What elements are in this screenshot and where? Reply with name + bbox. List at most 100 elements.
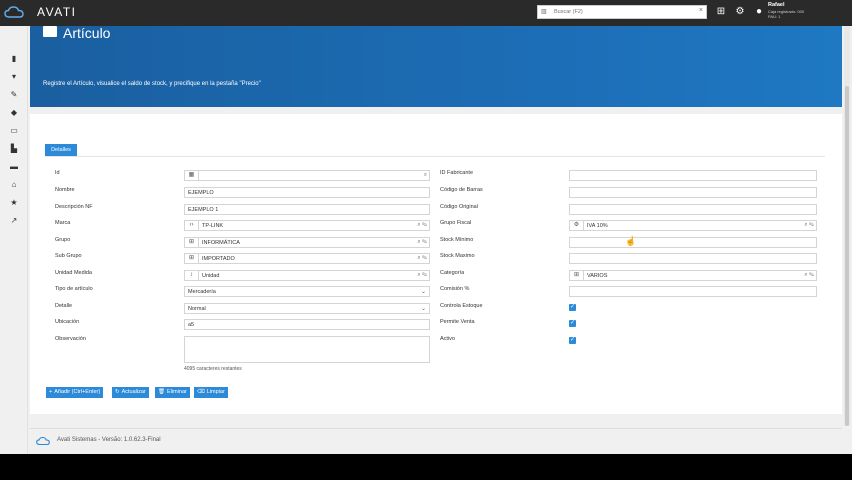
barcode-icon[interactable]: ▥ [541,8,549,16]
brand-name: AVATI [37,5,77,19]
tipo-value: Mercadería [188,289,216,295]
bank-icon[interactable]: ⌂ [7,179,21,191]
eraser-icon: ⌫ [197,389,205,395]
observacion-textarea[interactable] [184,336,430,363]
stock-maximo-field[interactable] [569,253,817,264]
marca-field[interactable]: ‹› TP-LINK ⌕ ✎ [184,220,430,231]
permite-label: Permite Venta [440,319,475,325]
book-icon[interactable]: ▮ [7,53,21,65]
unidad-field[interactable]: ↕ Unidad ⌕ ✎ [184,270,430,281]
id-fabricante-field[interactable] [569,170,817,181]
comision-label: Comisión % [440,286,470,292]
id-fabricante-label: ID Fabricante [440,170,474,176]
code-icon: ‹› [185,221,199,230]
scrollbar-thumb[interactable] [845,86,849,426]
tab-detalles[interactable]: Detalles [45,144,77,156]
plus-icon: + [49,389,53,395]
search-edit-icons[interactable]: ⌕ ✎ [804,222,814,229]
app-screen: ▮ ▾ ✎ ◆ ▭ ▙ ▬ ⌂ ★ ↗ Artículo Registre el… [0,26,852,454]
nombre-value: EJEMPLO [188,190,214,196]
update-button[interactable]: ↻ Actualizar [112,387,149,398]
clear-button-label: Limpiar [206,389,225,395]
categoria-value: VARIOS [587,273,608,279]
gear-icon[interactable]: ⚙ [734,6,746,18]
marca-value: TP-LINK [202,223,224,229]
codigo-barras-field[interactable] [569,187,817,198]
user-icon[interactable]: ● [753,6,765,18]
search-edit-icons[interactable]: ⌕ ✎ [417,222,427,229]
id-field[interactable]: ▦ ⌕ [184,170,430,181]
search-edit-icons[interactable]: ⌕ ✎ [417,272,427,279]
chart-icon[interactable]: ↗ [7,215,21,227]
unidad-value: Unidad [202,273,220,279]
cart-icon[interactable]: ▾ [7,71,21,83]
clear-button[interactable]: ⌫ Limpiar [194,387,228,398]
add-button-label: Añadir (Ctrl+Enter) [54,389,101,395]
ubicacion-value: a5 [188,322,195,328]
activo-checkbox[interactable]: ✓ [569,337,576,344]
cloud-logo-icon [4,6,24,18]
footer-version: Avati Sistemas - Versão: 1.0.62.3-Final [57,437,161,443]
descripcion-field[interactable]: EJEMPLO 1 [184,204,430,215]
form-card: Detalles Id Nombre Descripción NF Marca … [30,114,842,414]
controla-checkbox[interactable]: ✓ [569,304,576,311]
comision-field[interactable] [569,286,817,297]
search-input[interactable] [554,7,684,17]
search-edit-icons[interactable]: ⌕ ✎ [417,239,427,246]
sitemap-icon: ⊞ [570,271,584,280]
categoria-label: Categoría [440,270,465,276]
user-details: Caja registrado: 000 PAU: 1 [768,9,804,19]
user-name[interactable]: Rafael [768,2,785,8]
close-icon[interactable]: × [699,7,703,14]
descripcion-value: EJEMPLO 1 [188,207,219,213]
tab-divider [45,156,825,157]
delete-button[interactable]: 🗑 Eliminar [155,387,190,398]
trash-icon: 🗑 [158,389,165,395]
search-edit-icons[interactable]: ⌕ ✎ [804,272,814,279]
nombre-field[interactable]: EJEMPLO [184,187,430,198]
chevron-down-icon[interactable]: ⌄ [421,305,426,312]
truck-icon[interactable]: ▬ [7,161,21,173]
wrench-icon[interactable]: ✎ [7,89,21,101]
controla-label: Controla Estoque [440,303,483,309]
id-label: Id [55,170,60,176]
grupo-fiscal-field[interactable]: ⚙ IVA 10% ⌕ ✎ [569,220,817,231]
subgrupo-value: IMPORTADO [202,256,235,262]
delete-button-label: Eliminar [166,389,187,395]
add-button[interactable]: + Añadir (Ctrl+Enter) [46,387,104,398]
money-icon[interactable]: ▭ [7,125,21,137]
search-icon[interactable]: ⌕ [424,172,427,179]
grupo-field[interactable]: ⊞ INFORMÁTICA ⌕ ✎ [184,237,430,248]
chevron-down-icon[interactable]: ⌄ [421,288,426,295]
subgrupo-label: Sub Grupo [55,253,82,259]
top-bar: AVATI ▥ × ⊞ ⚙ ● Rafael Caja registrado: … [0,0,852,26]
cubes-icon[interactable]: ◆ [7,107,21,119]
star-icon[interactable]: ★ [7,197,21,209]
codigo-original-label: Código Original [440,204,478,210]
gear-icon: ⚙ [570,221,584,230]
codigo-barras-label: Código de Barras [440,187,483,193]
update-button-label: Actualizar [121,389,146,395]
global-search[interactable]: ▥ × [537,5,707,19]
categoria-field[interactable]: ⊞ VARIOS ⌕ ✎ [569,270,817,281]
stock-minimo-label: Stock Mínimo [440,237,474,243]
permite-checkbox[interactable]: ✓ [569,320,576,327]
activo-label: Activo [440,336,455,342]
marca-label: Marca [55,220,71,226]
unidad-label: Unidad Medida [55,270,92,276]
page-header: Artículo Registre el Artículo, visualice… [30,26,842,107]
remaining-chars: 4095 caracteres restantes [184,366,242,372]
unit-icon: ↕ [185,271,199,280]
subgrupo-field[interactable]: ⊞ IMPORTADO ⌕ ✎ [184,253,430,264]
new-window-icon[interactable]: ⊞ [715,6,727,18]
ubicacion-label: Ubicación [55,319,80,325]
stock-minimo-field[interactable] [569,237,817,248]
search-edit-icons[interactable]: ⌕ ✎ [417,255,427,262]
detalle-select[interactable]: Normal ⌄ [184,303,430,314]
codigo-original-field[interactable] [569,204,817,215]
id-badge-icon: ▦ [185,171,199,180]
ubicacion-field[interactable]: a5 [184,319,430,330]
industry-icon[interactable]: ▙ [7,143,21,155]
scrollbar[interactable] [844,26,850,426]
tipo-select[interactable]: Mercadería ⌄ [184,286,430,297]
